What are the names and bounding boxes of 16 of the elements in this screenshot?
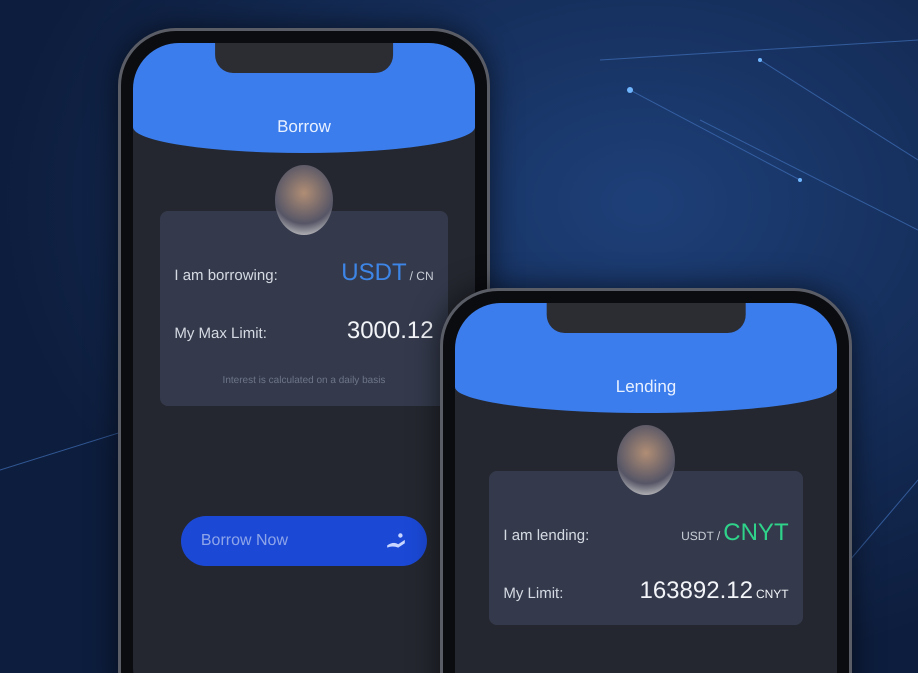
interest-note: Interest is calculated on a daily basis <box>222 375 386 386</box>
hand-coin-icon <box>385 532 408 550</box>
field-value: / CN <box>410 269 434 283</box>
field-value: CNYT <box>756 587 789 601</box>
field-value: CNYT <box>723 519 789 547</box>
field-value: USDT / <box>681 529 720 543</box>
field-label: My Limit: <box>503 585 564 602</box>
borrow-now-button[interactable]: Borrow Now <box>180 516 428 566</box>
field-label: I am borrowing: <box>174 267 278 284</box>
field-value: USDT <box>341 259 407 287</box>
screen-title: Lending <box>616 377 676 397</box>
screen-title: Borrow <box>277 117 331 137</box>
field-value: 3000.12 <box>346 317 434 345</box>
field-label: I am lending: <box>503 527 590 544</box>
field-label: My Max Limit: <box>174 325 267 342</box>
field-value: 163892.12 <box>639 577 753 605</box>
